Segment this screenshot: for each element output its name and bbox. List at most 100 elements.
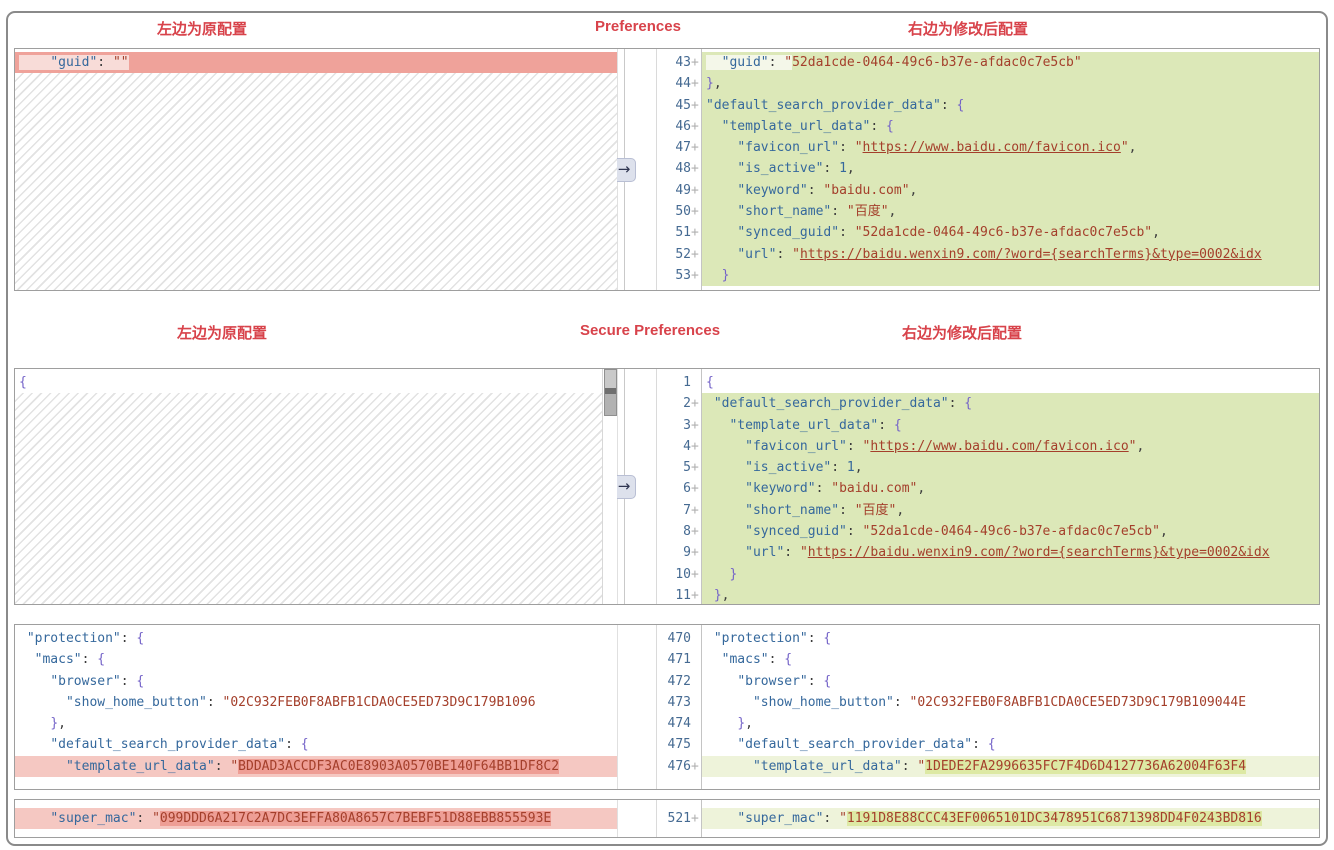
- code-token: [19, 631, 27, 646]
- line-number: 471: [657, 649, 701, 670]
- code-token: "super_mac": [737, 811, 823, 826]
- code-token: ": [917, 759, 925, 774]
- code-token: "is_active": [737, 161, 823, 176]
- code-token: [706, 716, 737, 731]
- code-token: [706, 204, 737, 219]
- header-preferences: 左边为原配置 Preferences 右边为修改后配置: [0, 18, 1334, 40]
- diff-panel-secure-preferences: { → 12+3+4+5+6+7+8+9+10+11+ { "default_s…: [14, 368, 1320, 605]
- scrollbar-track[interactable]: [602, 369, 617, 604]
- code-token: :: [847, 524, 863, 539]
- code-line: }: [702, 564, 1319, 585]
- code-token: https://www.baidu.com/favicon.ico: [863, 140, 1121, 155]
- code-token: ": [152, 811, 160, 826]
- code-line: "default_search_provider_data": {: [702, 734, 1319, 755]
- code-token: {: [784, 652, 792, 667]
- line-number: 5+: [657, 457, 701, 478]
- code-token: :: [776, 247, 792, 262]
- code-line: "protection": {: [15, 628, 617, 649]
- code-token: [706, 652, 722, 667]
- code-token: :: [769, 652, 785, 667]
- code-token: :: [831, 204, 847, 219]
- code-token: :: [894, 695, 910, 710]
- code-token: "template_url_data": [753, 759, 902, 774]
- modified-pane[interactable]: "guid": "52da1cde-0464-49c6-b37e-afdac0c…: [702, 49, 1319, 290]
- code-token: :: [784, 545, 800, 560]
- code-token: ,: [714, 76, 722, 91]
- code-token: [19, 695, 66, 710]
- line-number: 476+: [657, 756, 701, 777]
- code-token: ": [839, 811, 847, 826]
- line-number: 2+: [657, 393, 701, 414]
- code-line: "macs": {: [702, 649, 1319, 670]
- code-line: "guid": "52da1cde-0464-49c6-b37e-afdac0c…: [702, 52, 1319, 73]
- code-token: "browser": [50, 674, 120, 689]
- code-token: [19, 674, 50, 689]
- code-token: 1: [847, 460, 855, 475]
- line-numbers: 470471472473474475476+: [656, 625, 702, 789]
- right-pane-label: 右边为修改后配置: [902, 322, 1022, 343]
- code-token: [706, 439, 745, 454]
- code-token: "baidu.com": [831, 481, 917, 496]
- line-number: 45+: [657, 95, 701, 116]
- code-token: :: [839, 503, 855, 518]
- code-token: ,: [1160, 524, 1168, 539]
- original-pane[interactable]: "guid": "": [15, 49, 617, 290]
- code-token: "protection": [714, 631, 808, 646]
- code-token: "baidu.com": [823, 183, 909, 198]
- code-line: "keyword": "baidu.com",: [702, 478, 1319, 499]
- original-pane[interactable]: "super_mac": "099DDD6A217C2A7DC3EFFA80A8…: [15, 800, 617, 837]
- modified-pane[interactable]: "protection": { "macs": { "browser": { "…: [702, 625, 1319, 789]
- code-token: {: [964, 396, 972, 411]
- code-token: :: [121, 674, 137, 689]
- code-token: "browser": [737, 674, 807, 689]
- diff-tool-screenshot: 左边为原配置 Preferences 右边为修改后配置 "guid": "" →…: [0, 0, 1334, 850]
- code-line: "synced_guid": "52da1cde-0464-49c6-b37e-…: [702, 521, 1319, 542]
- code-token: :: [207, 695, 223, 710]
- code-token: :: [823, 161, 839, 176]
- merge-gutter: →: [617, 369, 656, 604]
- modified-pane[interactable]: { "default_search_provider_data": { "tem…: [702, 369, 1319, 604]
- line-numbers: 12+3+4+5+6+7+8+9+10+11+: [656, 369, 702, 604]
- code-token: "template_url_data": [66, 759, 215, 774]
- code-line: "browser": {: [15, 671, 617, 692]
- code-line: "template_url_data": {: [702, 116, 1319, 137]
- code-token: [19, 716, 50, 731]
- code-token: {: [301, 737, 309, 752]
- code-token: [706, 695, 753, 710]
- code-token: [706, 268, 722, 283]
- code-token: ,: [722, 588, 730, 603]
- code-token: "favicon_url": [745, 439, 847, 454]
- code-token: [19, 737, 50, 752]
- code-token: ": [230, 759, 238, 774]
- code-line: "template_url_data": "1DEDE2FA2996635FC7…: [702, 756, 1319, 777]
- code-token: [706, 460, 745, 475]
- line-number: 473: [657, 692, 701, 713]
- code-token: ,: [58, 716, 66, 731]
- code-token: {: [97, 652, 105, 667]
- scrollbar-thumb[interactable]: [604, 369, 617, 416]
- code-token: {: [823, 631, 831, 646]
- code-token: :: [941, 98, 957, 113]
- code-token: "macs": [35, 652, 82, 667]
- code-token: [19, 759, 66, 774]
- line-number: 43+: [657, 52, 701, 73]
- code-token: https://www.baidu.com/favicon.ico: [870, 439, 1128, 454]
- code-token: :: [823, 811, 839, 826]
- original-pane[interactable]: {: [15, 369, 617, 604]
- modified-pane[interactable]: "super_mac": "1191D8E88CCC43EF0065101DC3…: [702, 800, 1319, 837]
- code-token: [706, 674, 737, 689]
- code-line: },: [15, 713, 617, 734]
- original-pane[interactable]: "protection": { "macs": { "browser": { "…: [15, 625, 617, 789]
- code-token: :: [839, 225, 855, 240]
- code-token: "keyword": [745, 481, 815, 496]
- code-token: "is_active": [745, 460, 831, 475]
- code-token: :: [870, 119, 886, 134]
- code-token: :: [847, 439, 863, 454]
- line-number: 49+: [657, 180, 701, 201]
- code-token: [706, 225, 737, 240]
- code-token: ,: [896, 503, 904, 518]
- missing-lines-hatch: [15, 73, 617, 290]
- code-line: "macs": {: [15, 649, 617, 670]
- code-line: {: [15, 372, 617, 393]
- code-token: [706, 567, 729, 582]
